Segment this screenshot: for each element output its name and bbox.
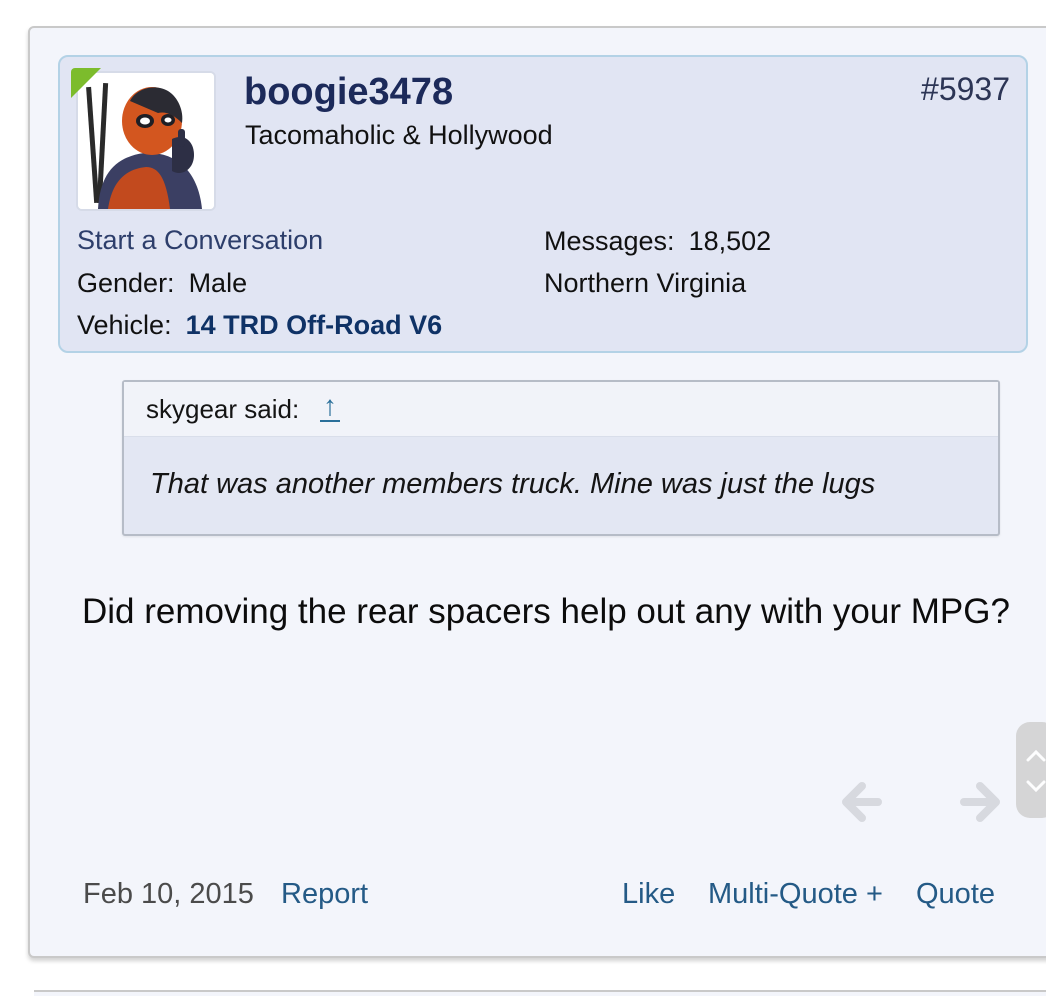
avatar-image	[78, 73, 214, 209]
quote-link[interactable]: Quote	[916, 878, 995, 911]
quote-text: That was another members truck. Mine was…	[150, 468, 876, 500]
gender-row: Gender: Male	[77, 268, 247, 299]
scroll-chevrons	[1026, 749, 1046, 793]
vehicle-row: Vehicle: 14 TRD Off-Road V6	[77, 310, 442, 341]
arrow-left-icon[interactable]	[838, 780, 882, 824]
chevron-down-icon	[1026, 780, 1046, 793]
user-avatar[interactable]	[76, 71, 216, 211]
scroll-widget[interactable]	[1016, 722, 1046, 818]
quote-header: skygear said: ↑	[124, 382, 998, 437]
quote-author: skygear said:	[146, 394, 300, 424]
start-conversation-link[interactable]: Start a Conversation	[77, 225, 323, 256]
user-info-panel: boogie3478 Tacomaholic & Hollywood #5937…	[58, 55, 1028, 353]
vehicle-label: Vehicle:	[77, 310, 172, 340]
gender-label: Gender:	[77, 268, 175, 298]
location-text: Northern Virginia	[544, 268, 747, 298]
page: boogie3478 Tacomaholic & Hollywood #5937…	[0, 0, 1046, 996]
report-link[interactable]: Report	[281, 878, 368, 911]
multi-quote-link[interactable]: Multi-Quote +	[708, 878, 883, 911]
user-title: Tacomaholic & Hollywood	[245, 120, 553, 150]
messages-row: Messages: 18,502	[544, 226, 771, 257]
username-link[interactable]: boogie3478	[244, 71, 453, 114]
quote-block: skygear said: ↑ That was another members…	[122, 380, 1000, 536]
message-body: Did removing the rear spacers help out a…	[82, 592, 1010, 631]
quote-jump-icon[interactable]: ↑	[320, 392, 340, 422]
arrow-right-icon[interactable]	[960, 780, 1004, 824]
messages-label: Messages:	[544, 226, 675, 256]
like-link[interactable]: Like	[622, 878, 675, 911]
post-card: boogie3478 Tacomaholic & Hollywood #5937…	[28, 26, 1046, 958]
post-number-link[interactable]: #5937	[921, 71, 1010, 108]
chevron-up-icon	[1026, 749, 1046, 762]
gender-value: Male	[188, 268, 248, 298]
messages-value: 18,502	[688, 226, 772, 256]
next-post-edge	[34, 990, 1046, 996]
vehicle-value: 14 TRD Off-Road V6	[185, 310, 443, 340]
post-date[interactable]: Feb 10, 2015	[83, 878, 254, 911]
